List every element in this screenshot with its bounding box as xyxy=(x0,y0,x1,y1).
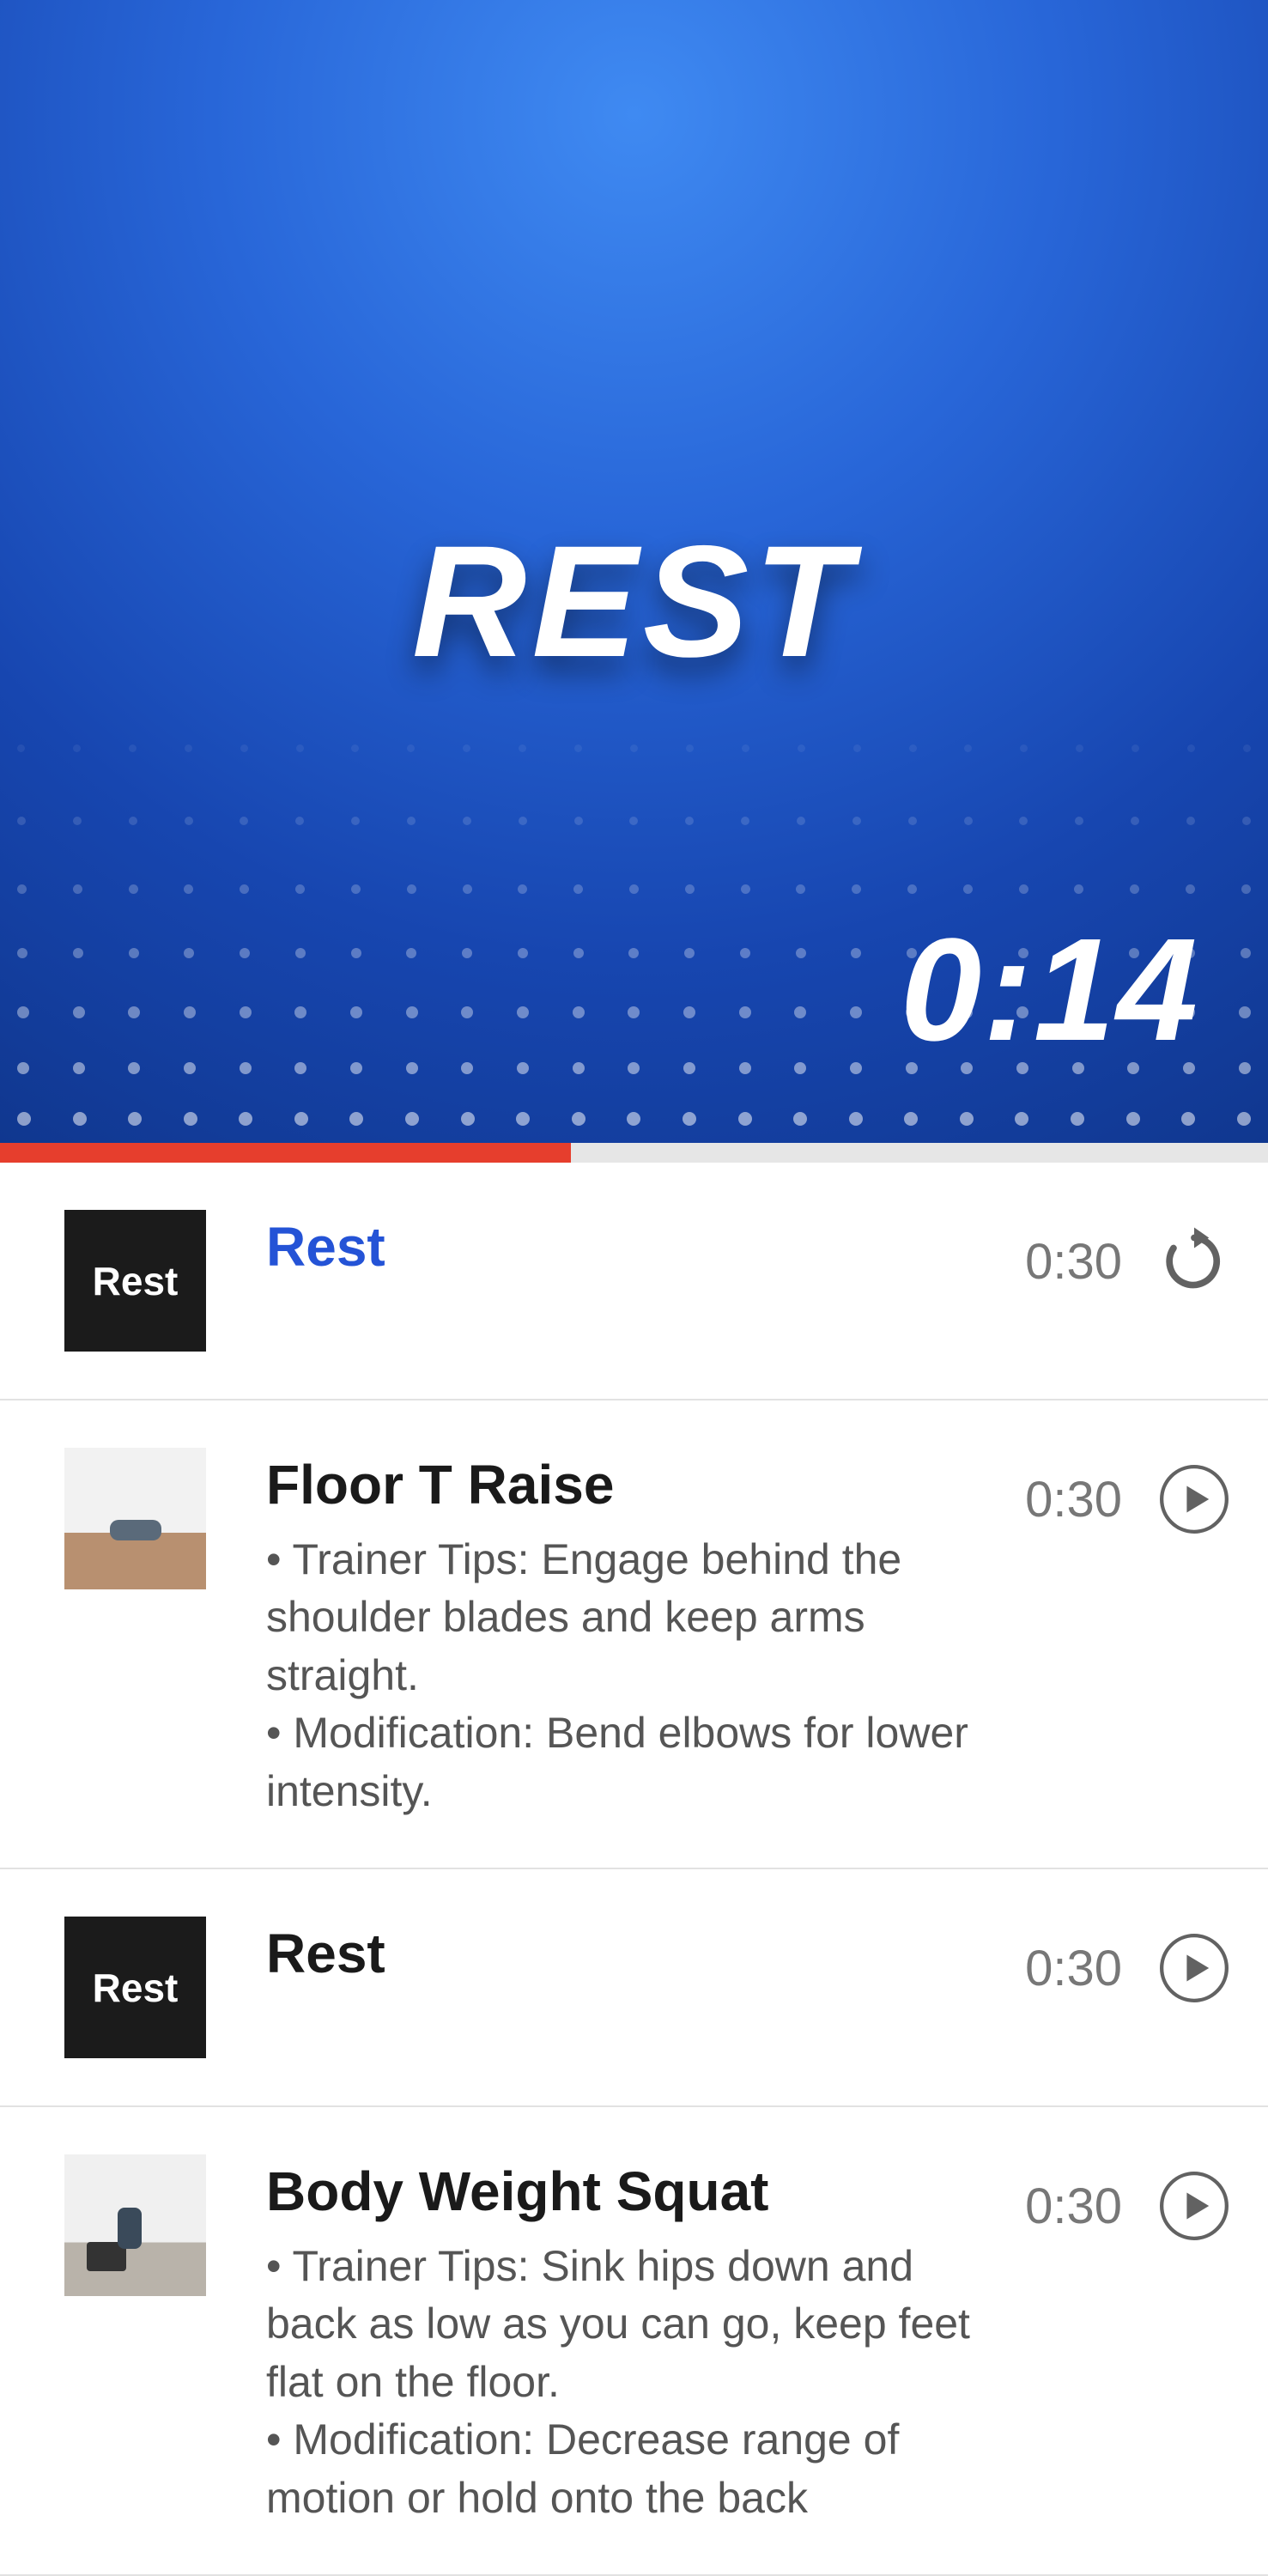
exercise-title: Rest xyxy=(266,1217,999,1277)
rest-thumbnail-label: Rest xyxy=(93,1965,179,2011)
exercise-meta: 0:30 xyxy=(1025,1917,1234,2008)
exercise-thumbnail xyxy=(64,2154,206,2296)
play-button[interactable] xyxy=(1155,2166,1234,2245)
exercise-duration: 0:30 xyxy=(1025,1233,1122,1291)
exercise-meta: 0:30 xyxy=(1025,1210,1234,1301)
countdown-timer: 0:14 xyxy=(901,906,1199,1074)
exercise-duration: 0:30 xyxy=(1025,2178,1122,2235)
play-button[interactable] xyxy=(1155,1460,1234,1539)
exercise-row[interactable]: Rest Rest 0:30 xyxy=(0,1163,1268,1400)
replay-icon xyxy=(1157,1224,1231,1298)
exercise-duration: 0:30 xyxy=(1025,1471,1122,1528)
exercise-title: Body Weight Squat xyxy=(266,2161,999,2221)
play-icon xyxy=(1157,1931,1231,2005)
hero-panel: REST 0:14 xyxy=(0,0,1268,1143)
play-icon xyxy=(1157,1462,1231,1536)
exercise-row[interactable]: Rest Rest 0:30 xyxy=(0,1869,1268,2107)
rest-thumbnail: Rest xyxy=(64,1917,206,2058)
replay-button[interactable] xyxy=(1155,1222,1234,1301)
exercise-description: • Trainer Tips: Sink hips down and back … xyxy=(266,2238,999,2528)
play-button[interactable] xyxy=(1155,1929,1234,2008)
exercise-body: Rest xyxy=(266,1210,1025,1292)
workout-progress-bar[interactable] xyxy=(0,1143,1268,1163)
exercise-body: Rest xyxy=(266,1917,1025,1999)
exercise-row[interactable]: Body Weight Squat • Trainer Tips: Sink hi… xyxy=(0,2107,1268,2576)
exercise-meta: 0:30 xyxy=(1025,1448,1234,1539)
exercise-thumbnail xyxy=(64,1448,206,1589)
rest-thumbnail-label: Rest xyxy=(93,1258,179,1304)
exercise-body: Body Weight Squat • Trainer Tips: Sink hi… xyxy=(266,2154,1025,2527)
exercise-body: Floor T Raise • Trainer Tips: Engage behi… xyxy=(266,1448,1025,1820)
rest-thumbnail: Rest xyxy=(64,1210,206,1352)
exercise-title: Floor T Raise xyxy=(266,1455,999,1515)
exercise-row[interactable]: Floor T Raise • Trainer Tips: Engage behi… xyxy=(0,1400,1268,1869)
play-icon xyxy=(1157,2169,1231,2243)
exercise-title: Rest xyxy=(266,1923,999,1984)
exercise-duration: 0:30 xyxy=(1025,1940,1122,1997)
current-exercise-title: REST xyxy=(0,511,1268,693)
exercise-list: Rest Rest 0:30 Floor T Raise • Trainer Tips:… xyxy=(0,1163,1268,2576)
exercise-meta: 0:30 xyxy=(1025,2154,1234,2245)
exercise-description: • Trainer Tips: Engage behind the should… xyxy=(266,1531,999,1821)
workout-progress-fill xyxy=(0,1143,571,1163)
